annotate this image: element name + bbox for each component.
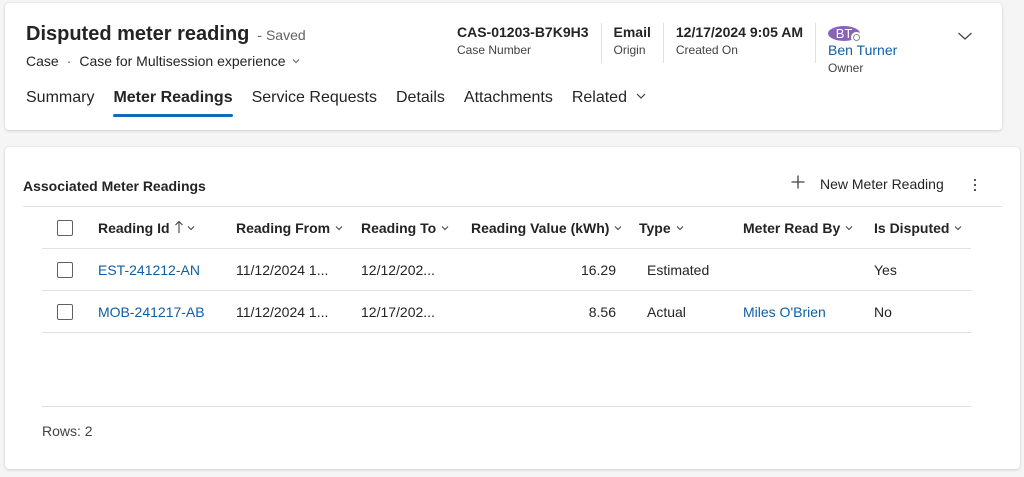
column-label: Is Disputed — [874, 220, 950, 236]
chevron-down-icon — [844, 220, 854, 236]
column-label: Reading Value (kWh) — [471, 220, 610, 236]
tab-label: Service Requests — [251, 89, 377, 106]
type-cell: Actual — [647, 304, 686, 320]
row-count: Rows: 2 — [42, 423, 93, 439]
tab-summary[interactable]: Summary — [26, 89, 94, 117]
title-row: Disputed meter reading - Saved — [26, 23, 306, 46]
column-label: Reading From — [236, 220, 331, 236]
type-cell: Estimated — [647, 262, 710, 278]
row-checkbox[interactable] — [57, 304, 73, 320]
subgrid-title: Associated Meter Readings — [23, 178, 206, 194]
more-commands-button[interactable] — [971, 177, 979, 198]
reading-to-cell: 12/17/202... — [361, 304, 435, 320]
case-number-value: CAS-01203-B7K9H3 — [457, 24, 589, 40]
case-number-field: CAS-01203-B7K9H3 Case Number — [457, 23, 601, 63]
presence-offline-icon — [851, 32, 862, 43]
select-all-checkbox[interactable] — [57, 220, 73, 236]
divider — [42, 406, 971, 407]
tab-details[interactable]: Details — [396, 89, 445, 117]
chevron-down-icon — [613, 220, 623, 236]
created-on-value: 12/17/2024 9:05 AM — [675, 24, 803, 40]
table-row[interactable]: MOB-241217-AB 11/12/2024 1... 12/17/202.… — [42, 291, 971, 333]
origin-field: Email Origin — [600, 23, 663, 63]
chevron-down-icon — [291, 53, 301, 69]
record-subtitle: Case · Case for Multisession experience — [26, 53, 301, 69]
column-header-is-disputed[interactable]: Is Disputed — [874, 207, 963, 249]
record-header: Disputed meter reading - Saved Case · Ca… — [5, 3, 1002, 130]
is-disputed-cell: Yes — [874, 262, 897, 278]
tab-related[interactable]: Related — [572, 89, 647, 117]
header-fields: CAS-01203-B7K9H3 Case Number Email Origi… — [457, 23, 909, 75]
chevron-down-icon — [953, 220, 963, 236]
tab-attachments[interactable]: Attachments — [464, 89, 553, 117]
tab-meter-readings[interactable]: Meter Readings — [113, 89, 233, 117]
table-row[interactable]: EST-241212-AN 11/12/2024 1... 12/12/202.… — [42, 249, 971, 291]
column-header-reading-to[interactable]: Reading To — [361, 207, 450, 249]
column-header-row: Reading Id Reading From Reading To Readi… — [42, 207, 971, 249]
avatar[interactable]: BT — [828, 26, 862, 43]
entity-name: Case — [26, 53, 59, 69]
chevron-down-icon — [675, 220, 685, 236]
column-header-type[interactable]: Type — [639, 207, 685, 249]
avatar-initials: BT — [835, 26, 853, 41]
column-header-reading-from[interactable]: Reading From — [236, 207, 344, 249]
column-header-meter-read-by[interactable]: Meter Read By — [743, 207, 854, 249]
reading-id-link[interactable]: EST-241212-AN — [98, 249, 200, 291]
owner-label: Owner — [828, 61, 864, 75]
form-name: Case for Multisession experience — [79, 53, 286, 69]
tab-label: Summary — [26, 89, 95, 106]
reading-id-link[interactable]: MOB-241217-AB — [98, 291, 205, 333]
new-meter-reading-button[interactable]: New Meter Reading — [790, 174, 944, 193]
column-label: Meter Read By — [743, 220, 841, 236]
owner-field: BT Ben Turner Owner — [815, 23, 909, 75]
chevron-down-icon — [440, 220, 450, 236]
tab-label: Attachments — [463, 89, 553, 106]
column-label: Reading To — [361, 220, 437, 236]
reading-to-cell: 12/12/202... — [361, 262, 435, 278]
tab-list: Summary Meter Readings Service Requests … — [26, 89, 666, 117]
created-on-field: 12/17/2024 9:05 AM Created On — [662, 23, 815, 63]
tab-service-requests[interactable]: Service Requests — [252, 89, 377, 117]
new-button-label: New Meter Reading — [820, 175, 944, 192]
case-number-label: Case Number — [457, 43, 532, 57]
column-label: Reading Id — [98, 220, 170, 236]
row-checkbox[interactable] — [57, 262, 73, 278]
column-label: Type — [639, 220, 671, 236]
tab-label: Details — [395, 89, 445, 106]
meter-readings-subgrid: Associated Meter Readings New Meter Read… — [5, 147, 1020, 469]
tab-label: Meter Readings — [113, 89, 233, 106]
created-on-label: Created On — [675, 43, 738, 57]
record-title: Disputed meter reading — [26, 23, 250, 45]
form-selector[interactable]: Case for Multisession experience — [79, 53, 300, 69]
reading-value-cell: 16.29 — [580, 262, 616, 278]
save-status: - Saved — [257, 27, 306, 43]
expand-header-button[interactable] — [956, 27, 974, 50]
reading-from-cell: 11/12/2024 1... — [236, 262, 329, 278]
meter-read-by-link[interactable]: Miles O'Brien — [743, 291, 826, 333]
origin-label: Origin — [613, 43, 646, 57]
is-disputed-cell: No — [874, 304, 892, 320]
separator-dot: · — [66, 53, 72, 69]
column-header-reading-value[interactable]: Reading Value (kWh) — [471, 207, 623, 249]
chevron-down-icon — [958, 32, 972, 40]
tab-label: Related — [571, 89, 627, 106]
more-vertical-icon — [973, 178, 977, 192]
sort-ascending-icon — [174, 220, 184, 237]
origin-value: Email — [613, 24, 651, 40]
chevron-down-icon — [186, 220, 196, 236]
reading-value-cell: 8.56 — [588, 304, 616, 320]
plus-icon — [790, 174, 806, 193]
column-header-reading-id[interactable]: Reading Id — [98, 207, 196, 249]
chevron-down-icon — [635, 89, 647, 107]
chevron-down-icon — [334, 220, 344, 236]
owner-name-link[interactable]: Ben Turner — [828, 41, 897, 59]
reading-from-cell: 11/12/2024 1... — [236, 304, 329, 320]
